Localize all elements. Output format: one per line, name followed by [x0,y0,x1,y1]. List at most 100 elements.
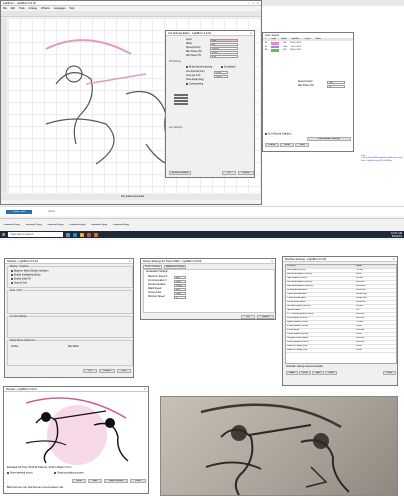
fast-accel-field[interactable]: 10000 [174,283,186,287]
ok-button[interactable]: OK [222,171,236,175]
maximize-icon[interactable]: □ [252,2,254,5]
table-row[interactable]: Laser off delay (ms) 0.000 [286,349,396,353]
mode-select[interactable]: Fill [210,42,238,46]
menu-languages[interactable]: Languages [54,7,66,10]
start-button[interactable]: Start [295,143,309,147]
min-power-field[interactable]: 0.00 [210,54,238,58]
close-icon[interactable]: ✕ [144,388,146,391]
close-icon[interactable]: ✕ [393,258,395,261]
menu-arrange[interactable]: Arrange [29,7,38,10]
menu-edit[interactable]: Edit [11,7,15,10]
preview-start-button[interactable]: Start [88,479,102,483]
taskbar-search[interactable]: Type here to search [8,232,64,237]
shade-checkbox[interactable]: Shade according to power [54,472,84,475]
antialias-checkbox[interactable]: Enable antialiasing (Slow) [11,274,40,277]
cut-selected-checkbox[interactable]: Cut Selected Graphics [265,133,291,136]
cancel-button[interactable]: Cancel [238,171,254,175]
device-title: Device Settings for Trocen AWC - LightBu… [143,259,202,263]
header-mode: Mode [281,38,287,40]
layer-field[interactable]: C00 [210,38,238,42]
preview-save-button[interactable]: Save Preview [104,479,128,483]
row-property: Z axis accel [287,329,300,331]
close-icon[interactable]: ✕ [271,260,273,263]
folder-icon[interactable] [80,232,85,237]
corner-accel-field[interactable]: 2000 [174,291,186,295]
settings-help-button[interactable]: Help [117,369,131,373]
speed-field[interactable]: 100 [327,80,345,84]
menu-help[interactable]: Help [69,7,74,10]
row-value: 100.000 [356,329,365,331]
close-icon[interactable]: ✕ [129,260,131,263]
row-property: Speed Factor [287,309,301,311]
row-property: Idle speed (mm/s) [287,269,306,271]
device-ok-button[interactable]: OK [241,315,255,319]
close-icon[interactable]: ✕ [250,32,252,35]
rapid-speed-field[interactable]: 400 [174,287,186,291]
edge-icon[interactable] [73,232,78,237]
download-item[interactable]: ninjawind-2.jpeg [26,224,42,226]
task-view-icon[interactable] [66,232,71,237]
frame-button[interactable]: Frame [265,143,279,147]
gcode-group-label: G-code Settings [10,316,27,319]
cuts-row[interactable]: 01 Line 20.0 / 60.0 [265,45,301,48]
download-item[interactable]: ninjawind-1.jpeg [4,224,20,226]
device-cancel-button[interactable]: Cancel [257,315,274,319]
power-field[interactable]: 35 [327,84,345,88]
settings-cancel-button[interactable]: Cancel [99,369,115,373]
optimization-settings-button[interactable]: Optimization Settings [307,137,351,141]
engraving-artwork [200,403,350,496]
cut-accel-label: Cut Acceleration X [148,280,167,282]
lpi-field[interactable]: 254.0 [214,74,228,78]
row-value: 5000.000 [356,285,366,287]
clock-date: 8/5/2019 [391,234,402,238]
machine-read-button[interactable]: Read [286,371,298,375]
crosshatch-checkbox[interactable]: Crosshatch [221,66,236,69]
min-speed-field[interactable]: 5 [174,295,186,299]
row-value: 0.000 [356,345,362,347]
chrome-icon[interactable] [87,232,92,237]
menu-window[interactable]: Window [41,7,50,10]
max-speed-field[interactable]: 400 [174,275,186,279]
minimize-icon[interactable]: – [248,2,249,5]
cuts-row[interactable]: 03 Fill 100.0 / 35.0 [265,49,301,52]
close-icon[interactable]: ✕ [257,2,259,5]
cuts-row[interactable]: 00 Fill 100.0 / 35.0 [265,42,301,45]
hatch-preview-icon [174,94,188,105]
machine-load-button[interactable]: Load [325,371,337,375]
machine-save-button[interactable]: Save [312,371,324,375]
download-item[interactable]: ninjawind-5.jpeg [91,224,107,226]
cut-accel-field[interactable]: 3000 [174,279,186,283]
cut-settings-dialog: Cut Settings Editor - LightBurn 0.9.04 ✕… [165,30,255,178]
send-button[interactable]: Send [280,143,294,147]
machine-close-button[interactable]: Close [383,371,396,375]
settings-ok-button[interactable]: OK [83,369,97,373]
cancel-link[interactable]: cancel [48,211,55,214]
row-mode: Fill [283,42,286,44]
interval-field[interactable]: 0.100 [214,70,228,74]
bidirectional-checkbox[interactable]: Bi-directional scanning [186,66,212,69]
menu-file[interactable]: File [3,7,7,10]
overscan-checkbox[interactable]: Overscanning [186,83,203,86]
speed-field[interactable]: 100.00 [210,46,238,50]
create-topic-button[interactable]: Create Topic [6,210,32,214]
antialias-label: Enable antialiasing (Slow) [14,274,41,277]
download-item[interactable]: ninjawind-3.jpeg [48,224,64,226]
row-spd: 100.0 / 35.0 [289,49,301,51]
bidirectional-label: Bi-directional scanning [189,66,213,69]
preview-send-button[interactable]: Send [72,479,86,483]
lightburn-icon[interactable] [94,232,99,237]
preview-canvas[interactable] [6,393,148,465]
preview-close-button[interactable]: Close [130,479,146,483]
reset-default-button[interactable]: Reset to Default [169,171,191,175]
menu-tools[interactable]: Tools [19,7,25,10]
max-power-field[interactable]: 35.00 [210,50,238,54]
snapgrid-checkbox[interactable]: Snap to Grid [11,282,27,285]
beginner-checkbox[interactable]: Beginner Mode (Simple Interface) [11,270,48,273]
machine-write-button[interactable]: Write [299,371,311,375]
download-item[interactable]: ninjawind-4.jpeg [69,224,85,226]
windows-start-icon[interactable]: ⊞ [2,232,5,237]
solidfill-checkbox[interactable]: Enable Solid Fill [11,278,30,281]
traversal-checkbox[interactable]: Show traversal moves [7,472,33,475]
download-item[interactable]: ninjawind-6.jpeg [113,224,129,226]
accel-group-label: Acceleration Settings [146,271,168,273]
